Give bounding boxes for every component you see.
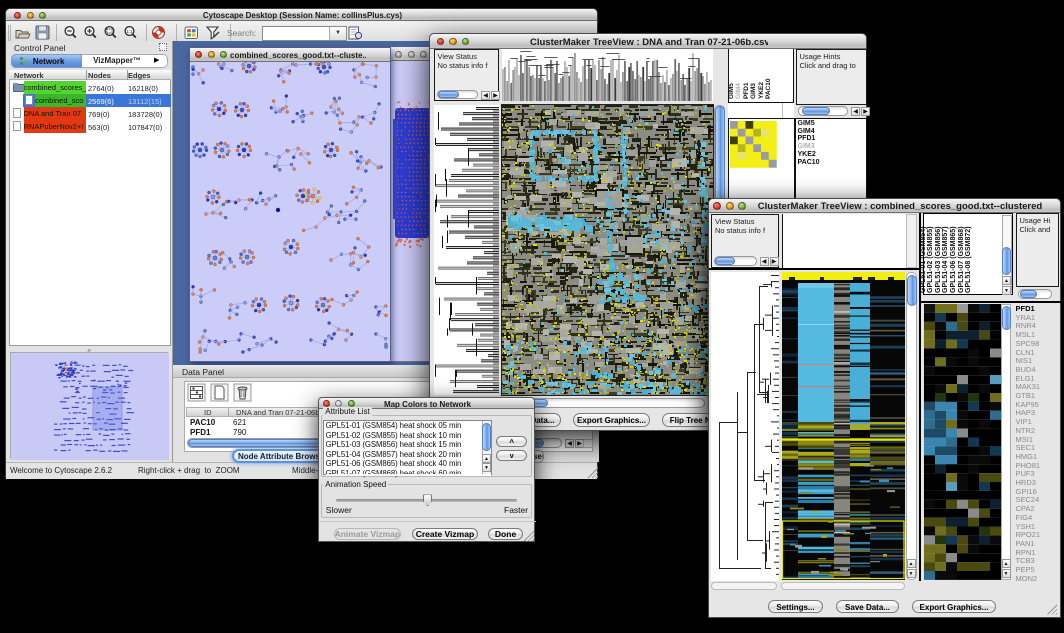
svg-text:1:1: 1:1 <box>126 29 133 34</box>
